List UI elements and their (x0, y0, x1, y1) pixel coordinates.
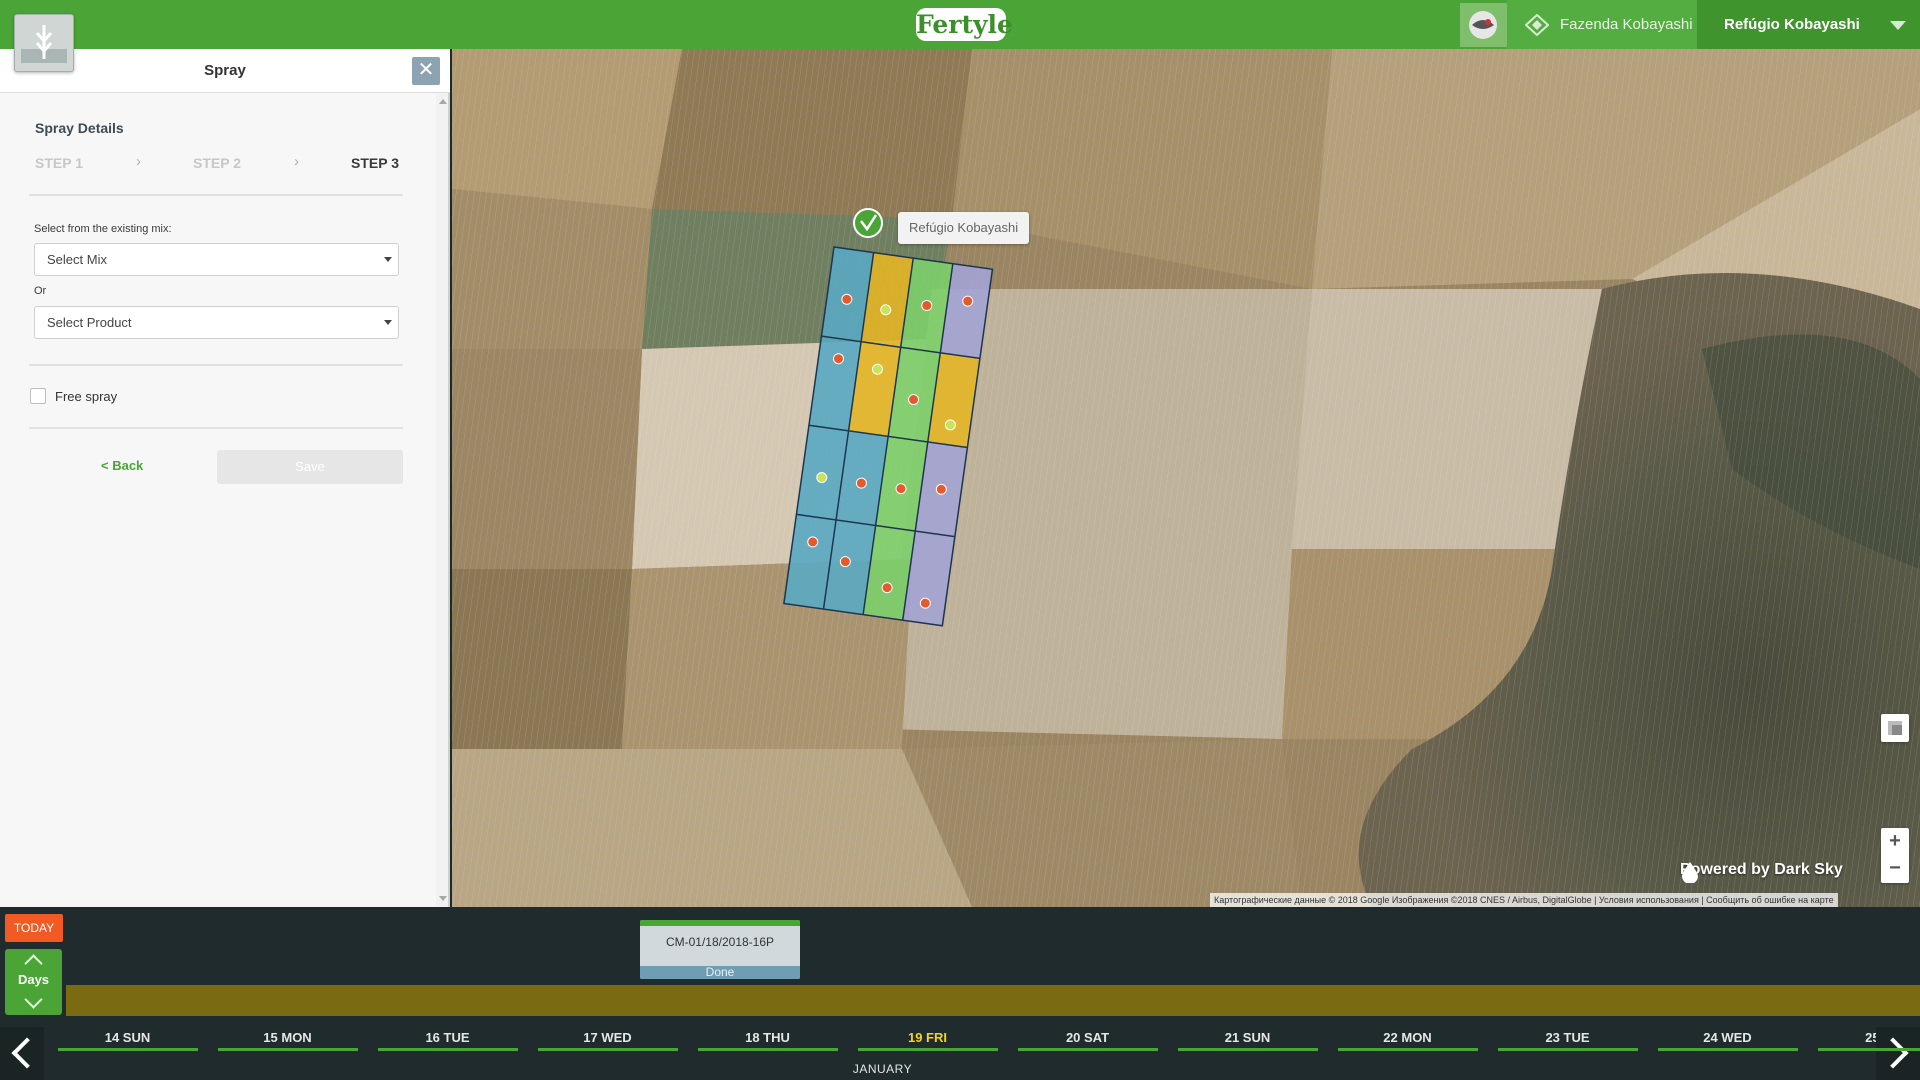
caret-down-icon (384, 257, 392, 262)
timeline-day[interactable]: 19 FRI (850, 1030, 1005, 1045)
crop-icon (21, 25, 67, 63)
days-row: 14 SUN 15 MON 16 TUE 17 WED 18 THU 19 FRI 20 S… (50, 1030, 1910, 1050)
event-status: Done (640, 966, 800, 979)
day-underline (58, 1048, 198, 1051)
darksky-text: Powered by Dark Sky (1680, 861, 1843, 878)
raindrop-icon (1682, 862, 1698, 883)
product-select[interactable]: Select Product (34, 306, 399, 339)
next-week-button[interactable] (1876, 1027, 1920, 1080)
layers-icon (1888, 721, 1902, 735)
timeline-track (66, 985, 1920, 1016)
back-button[interactable]: < Back (101, 458, 143, 473)
step-1[interactable]: STEP 1 (35, 155, 83, 171)
day-underline (1178, 1048, 1318, 1051)
timeline-day[interactable]: 18 THU (690, 1030, 845, 1045)
chevron-down-icon (1890, 21, 1906, 30)
divider (29, 194, 403, 196)
event-title: CM-01/18/2018-16P (665, 935, 775, 949)
product-select-value: Select Product (47, 315, 132, 330)
mix-label: Select from the existing mix: (34, 223, 172, 235)
step-3[interactable]: STEP 3 (351, 155, 399, 171)
day-underline (1018, 1048, 1158, 1051)
timeline-day[interactable]: 14 SUN (50, 1030, 205, 1045)
day-underline (378, 1048, 518, 1051)
event-card-bar (640, 920, 800, 926)
day-underline (1658, 1048, 1798, 1051)
day-underline (218, 1048, 358, 1051)
zoom-out-button[interactable]: − (1881, 855, 1909, 882)
timeline-day[interactable]: 24 WED (1650, 1030, 1805, 1045)
divider (29, 427, 403, 429)
brand-logo: Fertyle (916, 8, 1013, 41)
today-button[interactable]: TODAY (5, 914, 63, 942)
timeline-day[interactable]: 17 WED (530, 1030, 685, 1045)
timeline-day[interactable]: 16 TUE (370, 1030, 525, 1045)
scale-down-icon[interactable] (24, 990, 43, 1009)
timeline-day[interactable]: 15 MON (210, 1030, 365, 1045)
step-2[interactable]: STEP 2 (193, 155, 241, 171)
timeline-day[interactable]: 23 TUE (1490, 1030, 1645, 1045)
map-layer-button[interactable] (1881, 714, 1909, 742)
top-bar: Fertyle Fazenda Kobayashi Refúgio Kobaya… (0, 0, 1920, 49)
spray-event-card[interactable]: CM-01/18/2018-16P Done (640, 920, 800, 979)
scale-label: Days (17, 972, 50, 987)
timeline: TODAY Days CM-01/18/2018-16P Done 14 SUN… (0, 907, 1920, 1080)
timeline-day[interactable]: 22 MON (1330, 1030, 1485, 1045)
farm-selector[interactable]: Fazenda Kobayashi (1507, 0, 1697, 49)
day-underline (1338, 1048, 1478, 1051)
user-avatar[interactable] (1460, 3, 1507, 47)
timeline-day[interactable]: 20 SAT (1010, 1030, 1165, 1045)
mix-select[interactable]: Select Mix (34, 243, 399, 276)
day-underline (538, 1048, 678, 1051)
month-label: JANUARY (852, 1062, 913, 1076)
map-attribution[interactable]: Картографические данные © 2018 Google Из… (1210, 893, 1838, 907)
section-title: Spray Details (35, 120, 124, 136)
panel-scrollbar[interactable] (436, 93, 448, 907)
save-button[interactable]: Save (217, 450, 403, 484)
field-name: Refúgio Kobayashi (1724, 16, 1860, 33)
day-underline (1818, 1048, 1920, 1051)
close-button[interactable]: ✕ (412, 57, 440, 85)
scale-control: Days (5, 949, 62, 1015)
day-underline (858, 1048, 998, 1051)
scroll-up-icon (439, 99, 447, 104)
spray-panel: Spray ✕ Spray Details STEP 1 › STEP 2 › … (0, 49, 450, 907)
day-underline (698, 1048, 838, 1051)
day-underline (1498, 1048, 1638, 1051)
timeline-day[interactable]: 21 SUN (1170, 1030, 1325, 1045)
map-imagery (452, 49, 1920, 907)
chevron-right-icon: › (294, 153, 299, 170)
zoom-control: + − (1881, 828, 1909, 883)
field-selector[interactable]: Refúgio Kobayashi (1697, 0, 1920, 49)
scale-up-icon[interactable] (24, 954, 43, 973)
free-spray-checkbox[interactable] (30, 388, 46, 404)
prev-week-button[interactable] (0, 1027, 44, 1080)
field-thumbnail[interactable] (14, 14, 74, 72)
free-spray-label: Free spray (55, 389, 118, 404)
field-pin-icon (853, 208, 883, 238)
satellite-map[interactable]: Refúgio Kobayashi + − Powered by Dark Sk… (452, 49, 1920, 907)
farm-name: Fazenda Kobayashi (1560, 16, 1693, 33)
caret-down-icon (384, 320, 392, 325)
chevron-right-icon: › (136, 153, 141, 170)
farm-icon (1525, 14, 1549, 36)
divider (29, 364, 403, 366)
close-icon: ✕ (417, 59, 435, 81)
darksky-credit[interactable]: Powered by Dark Sky (1680, 861, 1843, 883)
chevron-left-icon (11, 1037, 43, 1069)
chevron-right-icon (1877, 1037, 1909, 1069)
or-label: Or (34, 285, 47, 297)
scroll-down-icon (439, 896, 447, 901)
zoom-in-button[interactable]: + (1881, 828, 1909, 855)
avatar-icon (1469, 11, 1497, 39)
mix-select-value: Select Mix (47, 252, 107, 267)
field-pin-label[interactable]: Refúgio Kobayashi (898, 212, 1030, 244)
